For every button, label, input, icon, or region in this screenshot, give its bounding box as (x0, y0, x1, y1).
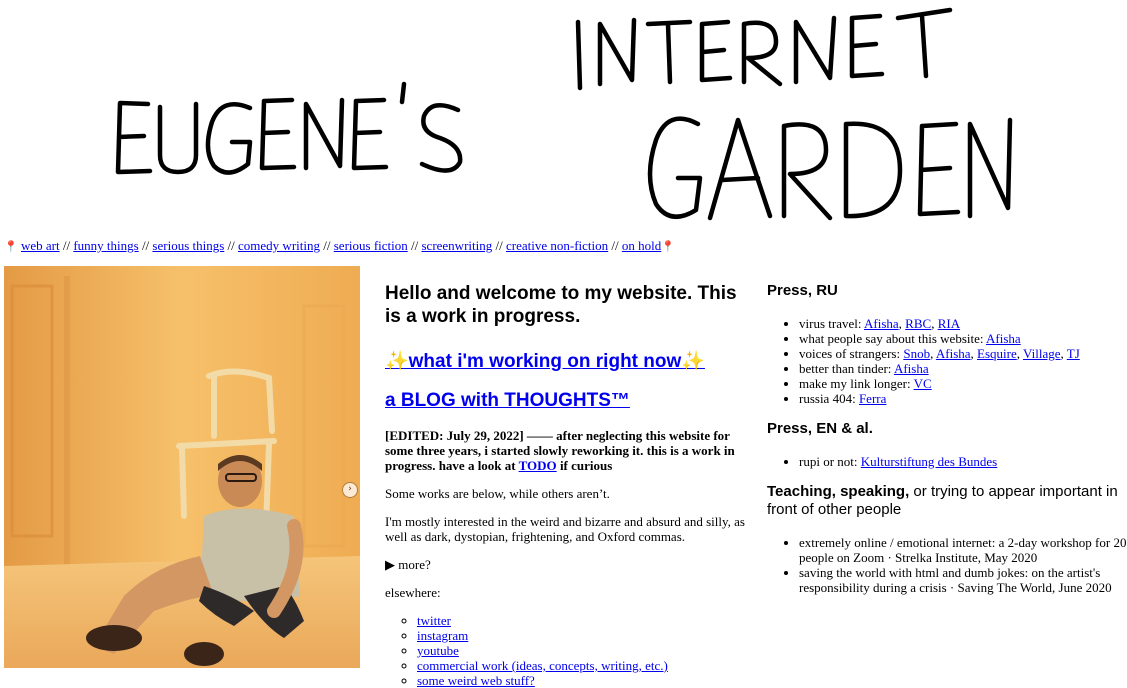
press-link-vc[interactable]: VC (914, 376, 932, 391)
pin-icon: 📍 (661, 241, 675, 253)
press-link-esquire[interactable]: Esquire (977, 346, 1017, 361)
press-item-text: rupi or not: (799, 454, 861, 469)
press-en-heading: Press, EN & al. (767, 420, 873, 437)
list-item: instagram (417, 628, 745, 643)
nav-separator: // (227, 238, 235, 253)
list-item: virus travel: Afisha, RBC, RIA (799, 316, 1127, 331)
press-link-ria[interactable]: RIA (938, 316, 960, 331)
press-item-text: voices of strangers: (799, 346, 904, 361)
press-ru-heading: Press, RU (767, 282, 838, 299)
nav-separator: // (323, 238, 331, 253)
list-item: better than tinder: Afisha (799, 361, 1127, 376)
nav-separator: // (411, 238, 419, 253)
edited-note-suffix: if curious (556, 458, 613, 473)
press-link-rbc[interactable]: RBC (905, 316, 931, 331)
list-item: rupi or not: Kulturstiftung des Bundes (799, 454, 1127, 469)
main-column: Hello and welcome to my website. This is… (385, 282, 745, 688)
press-link-tj[interactable]: TJ (1067, 346, 1080, 361)
press-link-afisha[interactable]: Afisha (986, 331, 1021, 346)
list-item: what people say about this website: Afis… (799, 331, 1127, 346)
title-word-internet (575, 7, 953, 91)
press-link-afisha[interactable]: Afisha (864, 316, 899, 331)
nav-funny-things[interactable]: funny things (73, 238, 138, 253)
nav-separator: // (141, 238, 150, 253)
teaching-heading: Teaching, speaking, or trying to appear … (767, 483, 1127, 519)
nav-web-art[interactable]: web art (21, 238, 60, 253)
commercial-work-link[interactable]: commercial work (ideas, concepts, writin… (417, 658, 668, 673)
press-item-text: what people say about this website: (799, 331, 987, 346)
carousel-next-icon[interactable]: › (342, 482, 358, 498)
twitter-link[interactable]: twitter (417, 613, 451, 628)
press-item-text: virus travel: (799, 316, 864, 331)
list-item: some weird web stuff? (417, 673, 745, 688)
instagram-link[interactable]: instagram (417, 628, 468, 643)
elsewhere-label: elsewhere: (385, 585, 441, 600)
portrait-photo (4, 266, 360, 668)
list-item: commercial work (ideas, concepts, writin… (417, 658, 745, 673)
list-item: make my link longer: VC (799, 376, 1127, 391)
nav-separator: // (611, 238, 619, 253)
list-item: youtube (417, 643, 745, 658)
todo-link[interactable]: TODO (519, 458, 557, 473)
works-note: Some works are below, while others aren’… (385, 486, 610, 501)
nav-separator: // (62, 238, 71, 253)
teaching-heading-bold: Teaching, speaking, (767, 483, 910, 500)
nav-serious-things[interactable]: serious things (152, 238, 224, 253)
weird-web-link[interactable]: some weird web stuff? (417, 673, 535, 688)
site-title-handwritten (0, 0, 1127, 232)
press-link-snob[interactable]: Snob (903, 346, 930, 361)
pin-icon: 📍 (4, 241, 18, 253)
nav-on-hold[interactable]: on hold (622, 238, 661, 253)
press-link-afisha[interactable]: Afisha (894, 361, 929, 376)
list-item: extremely online / emotional internet: a… (799, 535, 1127, 565)
press-item-text: make my link longer: (799, 376, 914, 391)
elsewhere-list: twitter instagram youtube commercial wor… (385, 613, 745, 688)
list-item: twitter (417, 613, 745, 628)
interests-text: I'm mostly interested in the weird and b… (385, 514, 745, 544)
press-column: Press, RU virus travel: Afisha, RBC, RIA… (767, 282, 1127, 609)
more-toggle[interactable]: ▶ more? (385, 557, 745, 572)
press-link-ferra[interactable]: Ferra (859, 391, 886, 406)
press-link-village[interactable]: Village (1023, 346, 1060, 361)
welcome-heading: Hello and welcome to my website. This is… (385, 283, 737, 327)
category-nav: 📍 web art // funny things // serious thi… (4, 238, 675, 254)
title-word-garden (647, 116, 1013, 221)
nav-separator: // (495, 238, 503, 253)
teaching-list: extremely online / emotional internet: a… (767, 535, 1127, 595)
list-item: saving the world with html and dumb joke… (799, 565, 1127, 595)
press-link-afisha[interactable]: Afisha (936, 346, 971, 361)
nav-serious-fiction[interactable]: serious fiction (334, 238, 408, 253)
youtube-link[interactable]: youtube (417, 643, 459, 658)
press-link-kulturstiftung[interactable]: Kulturstiftung des Bundes (861, 454, 998, 469)
working-on-link[interactable]: ✨what i'm working on right now✨ (385, 351, 705, 372)
title-word-eugenes (115, 81, 463, 175)
list-item: russia 404: Ferra (799, 391, 1127, 406)
edited-note: [EDITED: July 29, 2022] —— after neglect… (385, 428, 745, 473)
press-en-list: rupi or not: Kulturstiftung des Bundes (767, 454, 1127, 469)
list-item: voices of strangers: Snob, Afisha, Esqui… (799, 346, 1127, 361)
nav-screenwriting[interactable]: screenwriting (421, 238, 492, 253)
blog-link[interactable]: a BLOG with THOUGHTS™ (385, 390, 630, 411)
press-ru-list: virus travel: Afisha, RBC, RIA what peop… (767, 316, 1127, 406)
nav-comedy-writing[interactable]: comedy writing (238, 238, 320, 253)
press-item-text: russia 404: (799, 391, 859, 406)
nav-creative-non-fiction[interactable]: creative non-fiction (506, 238, 608, 253)
press-item-text: better than tinder: (799, 361, 894, 376)
